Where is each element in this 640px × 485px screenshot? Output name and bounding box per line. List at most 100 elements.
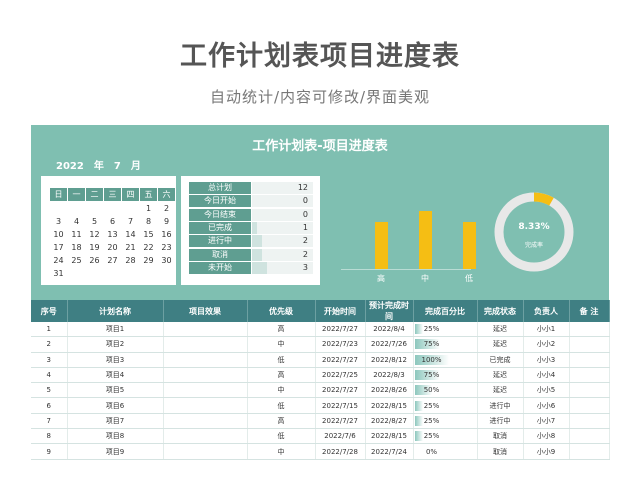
cell-start[interactable]: 2022/7/27 xyxy=(315,413,366,430)
calendar-day[interactable]: 8 xyxy=(140,215,158,228)
calendar-day[interactable]: 18 xyxy=(68,241,86,254)
cell-no[interactable]: 4 xyxy=(31,367,68,384)
stat-cell[interactable]: 2 xyxy=(252,235,313,248)
col-header-note[interactable]: 备 注 xyxy=(569,300,610,322)
table-row[interactable]: 1 项目1 高 2022/7/27 2022/8/4 25% 延迟 小小1 xyxy=(31,322,610,338)
cell-note[interactable] xyxy=(569,367,610,384)
calendar-day[interactable]: 11 xyxy=(68,228,86,241)
col-header-percent[interactable]: 完成百分比 xyxy=(413,300,478,322)
cell-no[interactable]: 5 xyxy=(31,382,68,399)
calendar-day[interactable] xyxy=(68,267,86,280)
cell-status[interactable]: 延迟 xyxy=(477,322,524,338)
cell-no[interactable]: 6 xyxy=(31,397,68,414)
cell-name[interactable]: 项目2 xyxy=(67,336,164,353)
calendar-day[interactable] xyxy=(122,202,140,216)
cell-end[interactable]: 2022/8/15 xyxy=(365,428,414,445)
calendar-day[interactable]: 31 xyxy=(50,267,68,280)
col-header-status[interactable]: 完成状态 xyxy=(477,300,524,322)
calendar-day[interactable] xyxy=(122,267,140,280)
cell-note[interactable] xyxy=(569,443,610,460)
cell-note[interactable] xyxy=(569,352,610,368)
calendar-day[interactable]: 26 xyxy=(86,254,104,267)
table-row[interactable]: 3 项目3 低 2022/7/27 2022/8/12 100% 已完成 小小3 xyxy=(31,352,610,368)
calendar-day[interactable]: 5 xyxy=(86,215,104,228)
cell-effect[interactable] xyxy=(163,336,248,353)
cell-no[interactable]: 9 xyxy=(31,443,68,460)
cell-note[interactable] xyxy=(569,428,610,445)
calendar-day[interactable]: 3 xyxy=(50,215,68,228)
stat-cell[interactable]: 1 xyxy=(252,221,313,234)
calendar-day[interactable]: 28 xyxy=(122,254,140,267)
cell-percent[interactable]: 25% xyxy=(413,428,478,445)
col-header-start[interactable]: 开始时间 xyxy=(315,300,366,322)
cell-no[interactable]: 8 xyxy=(31,428,68,445)
calendar-day[interactable] xyxy=(86,267,104,280)
cell-end[interactable]: 2022/7/24 xyxy=(365,443,414,460)
cell-percent[interactable]: 50% xyxy=(413,382,478,399)
cell-priority[interactable]: 低 xyxy=(247,352,316,368)
table-row[interactable]: 2 项目2 中 2022/7/23 2022/7/26 75% 延迟 小小2 xyxy=(31,336,610,353)
table-row[interactable]: 8 项目8 低 2022/7/6 2022/8/15 25% 取消 小小8 xyxy=(31,428,610,445)
calendar-day[interactable]: 21 xyxy=(122,241,140,254)
calendar-day[interactable]: 29 xyxy=(140,254,158,267)
col-header-no[interactable]: 序号 xyxy=(31,300,68,322)
cell-owner[interactable]: 小小1 xyxy=(523,322,570,338)
cell-name[interactable]: 项目3 xyxy=(67,352,164,368)
cell-start[interactable]: 2022/7/6 xyxy=(315,428,366,445)
cell-name[interactable]: 项目6 xyxy=(67,397,164,414)
cell-end[interactable]: 2022/7/26 xyxy=(365,336,414,353)
cell-effect[interactable] xyxy=(163,397,248,414)
table-row[interactable]: 9 项目9 中 2022/7/28 2022/7/24 0% 取消 小小9 xyxy=(31,443,610,460)
table-row[interactable]: 7 项目7 高 2022/7/27 2022/8/27 25% 进行中 小小7 xyxy=(31,413,610,430)
col-header-owner[interactable]: 负责人 xyxy=(523,300,570,322)
cell-start[interactable]: 2022/7/27 xyxy=(315,382,366,399)
calendar-day[interactable]: 13 xyxy=(104,228,122,241)
calendar-day[interactable]: 4 xyxy=(68,215,86,228)
col-header-end[interactable]: 预计完成时间 xyxy=(365,300,414,322)
cell-owner[interactable]: 小小9 xyxy=(523,443,570,460)
cell-owner[interactable]: 小小8 xyxy=(523,428,570,445)
calendar-day[interactable]: 24 xyxy=(50,254,68,267)
cell-name[interactable]: 项目5 xyxy=(67,382,164,399)
cell-priority[interactable]: 高 xyxy=(247,367,316,384)
cell-no[interactable]: 3 xyxy=(31,352,68,368)
cell-status[interactable]: 延迟 xyxy=(477,382,524,399)
calendar-day[interactable] xyxy=(68,202,86,216)
stat-cell[interactable]: 3 xyxy=(252,261,313,274)
cell-percent[interactable]: 100% xyxy=(413,352,478,368)
cell-status[interactable]: 延迟 xyxy=(477,336,524,353)
cell-priority[interactable]: 中 xyxy=(247,382,316,399)
stat-cell[interactable]: 0 xyxy=(252,195,313,208)
cell-no[interactable]: 1 xyxy=(31,322,68,338)
cell-start[interactable]: 2022/7/27 xyxy=(315,322,366,338)
cell-owner[interactable]: 小小2 xyxy=(523,336,570,353)
cell-end[interactable]: 2022/8/4 xyxy=(365,322,414,338)
calendar-day[interactable]: 16 xyxy=(158,228,176,241)
calendar-day[interactable] xyxy=(86,202,104,216)
cell-percent[interactable]: 75% xyxy=(413,367,478,384)
cell-status[interactable]: 取消 xyxy=(477,428,524,445)
col-header-effect[interactable]: 项目效果 xyxy=(163,300,248,322)
cell-percent[interactable]: 25% xyxy=(413,397,478,414)
cell-owner[interactable]: 小小5 xyxy=(523,382,570,399)
cell-percent[interactable]: 0% xyxy=(413,443,478,460)
table-row[interactable]: 5 项目5 中 2022/7/27 2022/8/26 50% 延迟 小小5 xyxy=(31,382,610,399)
cell-end[interactable]: 2022/8/15 xyxy=(365,397,414,414)
cell-no[interactable]: 2 xyxy=(31,336,68,353)
calendar-day[interactable]: 7 xyxy=(122,215,140,228)
cell-status[interactable]: 已完成 xyxy=(477,352,524,368)
cell-name[interactable]: 项目9 xyxy=(67,443,164,460)
cell-name[interactable]: 项目4 xyxy=(67,367,164,384)
cell-priority[interactable]: 高 xyxy=(247,413,316,430)
stat-cell[interactable]: 12 xyxy=(252,182,313,194)
cell-status[interactable]: 取消 xyxy=(477,443,524,460)
calendar-day[interactable] xyxy=(104,267,122,280)
cell-status[interactable]: 延迟 xyxy=(477,367,524,384)
cell-percent[interactable]: 75% xyxy=(413,336,478,353)
calendar-day[interactable]: 19 xyxy=(86,241,104,254)
table-row[interactable]: 4 项目4 高 2022/7/25 2022/8/3 75% 延迟 小小4 xyxy=(31,367,610,384)
calendar-day[interactable]: 22 xyxy=(140,241,158,254)
calendar-day[interactable]: 25 xyxy=(68,254,86,267)
cell-effect[interactable] xyxy=(163,367,248,384)
cell-status[interactable]: 进行中 xyxy=(477,413,524,430)
